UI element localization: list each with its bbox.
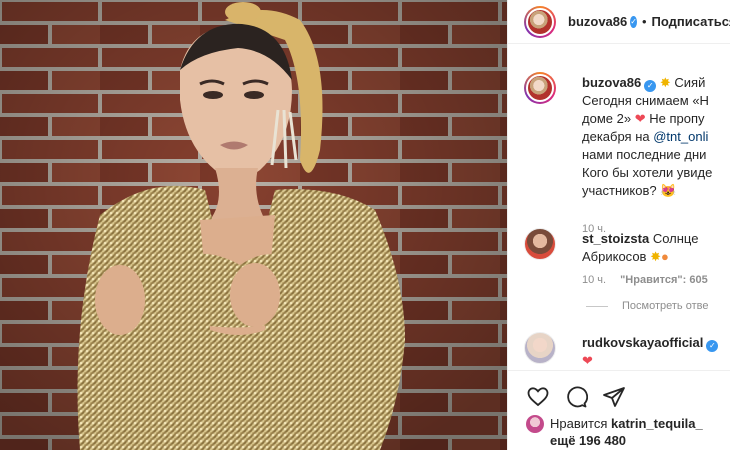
commenter-username[interactable]: st_stoizsta — [582, 231, 649, 246]
peach-emoji-icon: ● — [661, 249, 669, 264]
caption-body: buzova86 ✓ ✸ Сияй Сегодня снимаем «Н доме… — [582, 74, 730, 200]
caption-line-8: Кого бы хотели увиде — [582, 165, 713, 180]
action-icons — [526, 385, 626, 409]
likes-summary: Нравится katrin_tequila_ ещё 196 480 — [526, 415, 703, 449]
comment-text-1: ❤ — [582, 353, 593, 368]
caption-line-2: Сегодня снимаем «Н — [582, 93, 709, 108]
comment-text-1: Солнце — [652, 231, 699, 246]
author-avatar[interactable] — [524, 5, 556, 38]
liker-avatar[interactable] — [526, 415, 544, 433]
heart-icon[interactable] — [526, 385, 550, 409]
comment-time: 10 ч. — [582, 274, 607, 286]
caption-line-9: участников? — [582, 183, 657, 198]
post-actions: Нравится katrin_tequila_ ещё 196 480 — [508, 370, 730, 450]
comment-body: st_stoizsta Солнце Абрикосов ✸● — [582, 230, 730, 266]
likes-prefix: Нравится — [550, 416, 608, 431]
separator-dot: • — [641, 14, 647, 29]
commenter-avatar[interactable] — [524, 332, 556, 364]
caption-line-4: Не пропу — [649, 111, 705, 126]
commenter-avatar[interactable] — [524, 228, 556, 260]
post-photo[interactable] — [0, 0, 507, 450]
cat-emoji-icon: 😻 — [660, 183, 677, 198]
post-header: buzova86 ✓ • Подписаться — [508, 0, 730, 44]
liker-username[interactable]: katrin_tequila_ — [611, 416, 703, 431]
comment-meta: 10 ч. "Нравится": 605 — [582, 274, 708, 286]
caption-line-5: декабря на — [582, 129, 650, 144]
verified-icon: ✓ — [644, 80, 657, 92]
likes-more-count[interactable]: ещё 196 480 — [550, 433, 626, 448]
caption-author-avatar[interactable] — [524, 72, 556, 104]
comment-body: rudkovskayaofficial ✓ ❤ — [582, 334, 730, 370]
woman-figure — [77, 2, 405, 450]
instagram-post: buzova86 ✓ • Подписаться buzova86 ✓ ✸ Сия… — [0, 0, 730, 450]
comment-likes[interactable]: "Нравится": 605 — [620, 274, 708, 286]
view-replies-link[interactable]: Посмотреть отве — [586, 300, 708, 312]
caption-line-3: доме 2» — [582, 111, 632, 126]
share-icon[interactable] — [602, 385, 626, 409]
post-side-panel: buzova86 ✓ • Подписаться buzova86 ✓ ✸ Сия… — [507, 0, 730, 450]
heart-emoji-icon: ❤ — [634, 111, 646, 126]
author-username[interactable]: buzova86 — [568, 14, 627, 29]
caption-mention-link[interactable]: @tnt_onli — [653, 129, 708, 144]
follow-button[interactable]: Подписаться — [652, 14, 730, 29]
sun-emoji-icon: ✸ — [650, 249, 661, 264]
verified-icon: ✓ — [630, 15, 637, 28]
commenter-username[interactable]: rudkovskayaofficial — [582, 335, 703, 350]
caption-author[interactable]: buzova86 — [582, 75, 641, 90]
caption-line-7: нами последние дни — [582, 147, 707, 162]
caption-line-1: Сияй — [674, 75, 706, 90]
comments-list[interactable]: buzova86 ✓ ✸ Сияй Сегодня снимаем «Н доме… — [508, 45, 730, 370]
verified-icon: ✓ — [706, 340, 719, 352]
comment-text-2: Абрикосов — [582, 249, 647, 264]
comment-icon[interactable] — [564, 385, 588, 409]
sparkle-icon: ✸ — [659, 75, 671, 90]
